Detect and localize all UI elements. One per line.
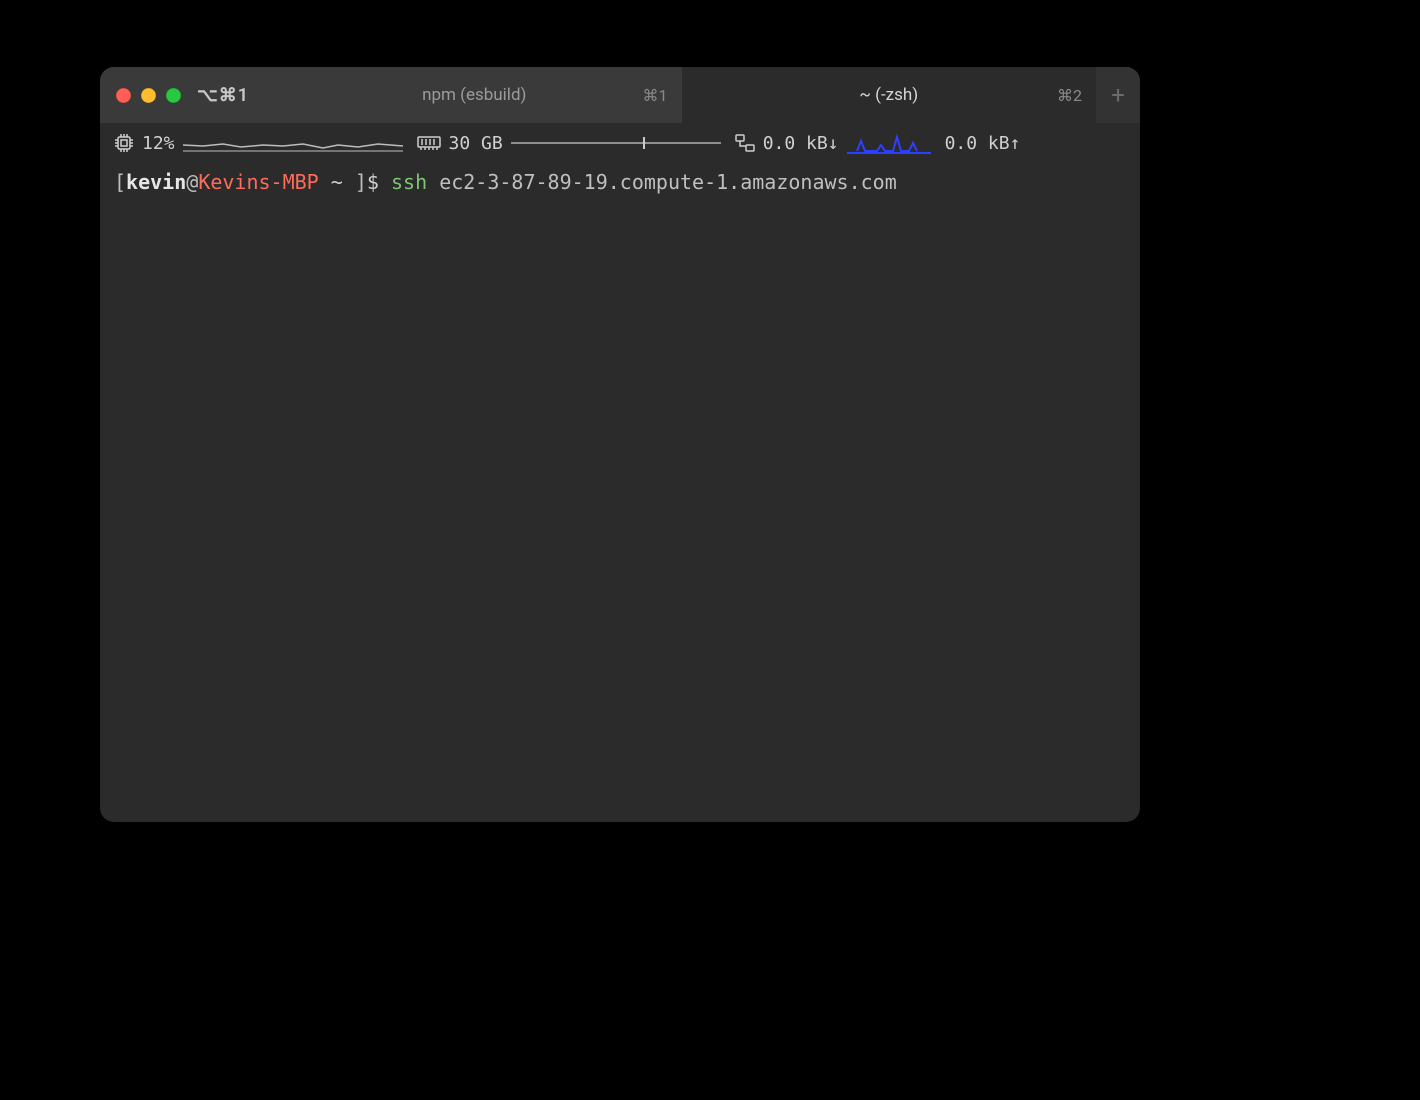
tab-bar: npm (esbuild) ⌘1 ~ (-zsh) ⌘2 xyxy=(267,67,1096,123)
prompt-user: kevin xyxy=(126,170,186,194)
prompt-at: @ xyxy=(186,170,198,194)
cpu-stat: 12% xyxy=(114,133,403,154)
memory-label: 30 GB xyxy=(449,133,503,154)
titlebar: ⌥⌘1 npm (esbuild) ⌘1 ~ (-zsh) ⌘2 + xyxy=(100,67,1140,123)
terminal-window: ⌥⌘1 npm (esbuild) ⌘1 ~ (-zsh) ⌘2 + xyxy=(100,67,1140,822)
prompt-path: ~ xyxy=(331,170,343,194)
cpu-sparkline xyxy=(183,133,403,153)
tab-shortcut: ⌘1 xyxy=(643,86,668,105)
tab-npm-esbuild[interactable]: npm (esbuild) ⌘1 xyxy=(267,67,681,123)
tab-shortcut: ⌘2 xyxy=(1057,86,1082,105)
close-icon[interactable] xyxy=(116,88,131,103)
terminal-body[interactable]: [kevin@Kevins-MBP ~ ]$ ssh ec2-3-87-89-1… xyxy=(100,163,1140,211)
net-up-label: 0.0 kB↑ xyxy=(945,133,1021,154)
tab-zsh[interactable]: ~ (-zsh) ⌘2 xyxy=(682,67,1096,123)
prompt-open-bracket: [ xyxy=(114,170,126,194)
new-tab-button[interactable]: + xyxy=(1096,67,1140,123)
cpu-icon xyxy=(114,133,134,153)
ram-icon xyxy=(417,134,441,152)
net-up-stat: 0.0 kB↑ xyxy=(945,133,1021,154)
status-bar: 12% 30 xyxy=(100,123,1140,163)
command-program: ssh xyxy=(391,170,427,194)
plus-icon: + xyxy=(1111,81,1125,109)
window-controls: ⌥⌘1 xyxy=(100,67,267,123)
memory-meter xyxy=(511,142,721,144)
net-icon xyxy=(735,134,755,152)
prompt-host: Kevins-MBP xyxy=(198,170,318,194)
zoom-icon[interactable] xyxy=(166,88,181,103)
prompt-close-bracket: ] xyxy=(355,170,367,194)
cpu-label: 12% xyxy=(142,133,175,154)
minimize-icon[interactable] xyxy=(141,88,156,103)
net-sparkline xyxy=(847,132,931,154)
net-down-stat: 0.0 kB↓ xyxy=(735,132,931,154)
tab-title: npm (esbuild) xyxy=(267,85,681,105)
command-argument: ec2-3-87-89-19.compute-1.amazonaws.com xyxy=(439,170,897,194)
memory-stat: 30 GB xyxy=(417,133,721,154)
profile-hotkey-label: ⌥⌘1 xyxy=(191,85,249,106)
tab-title: ~ (-zsh) xyxy=(682,85,1096,105)
net-down-label: 0.0 kB↓ xyxy=(763,133,839,154)
prompt-symbol: $ xyxy=(367,170,379,194)
